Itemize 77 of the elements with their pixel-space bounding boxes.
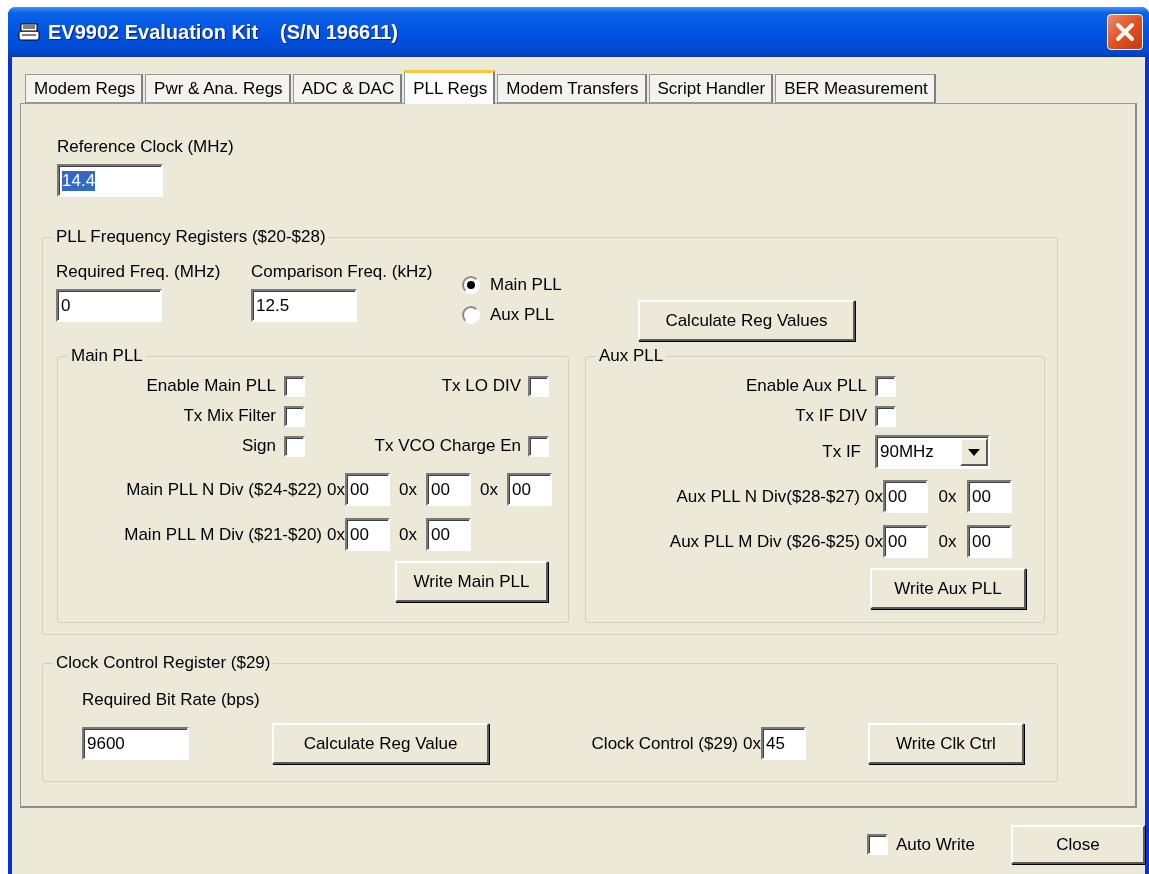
hex-prefix: 0x — [327, 524, 345, 545]
dropdown[interactable]: 90MHz — [875, 435, 990, 469]
field-label: Clock Control ($29) — [591, 733, 739, 754]
input-field[interactable]: 00 — [507, 473, 552, 506]
calculate-button[interactable]: Calculate Reg Values — [638, 300, 855, 341]
tab[interactable]: PLL Regs — [404, 70, 496, 104]
input-field[interactable]: 00 — [426, 518, 471, 551]
input-field[interactable]: 9600 — [82, 727, 189, 760]
field-label: Tx IF — [822, 442, 861, 462]
group-title: Main PLL — [70, 346, 144, 366]
input-field[interactable]: 00 — [345, 518, 390, 551]
field-label: Reference Clock (MHz) — [57, 137, 235, 157]
group-title: Clock Control Register ($29) — [55, 653, 272, 673]
write-button[interactable]: Write Main PLL — [395, 561, 548, 602]
field-label: Tx Mix Filter — [183, 406, 276, 426]
checkbox[interactable] — [528, 435, 549, 457]
input-field[interactable]: 14.4 — [57, 164, 163, 197]
checkbox[interactable] — [875, 405, 896, 427]
close-button[interactable]: Close — [1011, 825, 1145, 864]
hex-prefix: 0x — [937, 531, 958, 552]
checkbox[interactable] — [875, 375, 896, 397]
checkbox[interactable] — [866, 834, 888, 855]
checkbox[interactable] — [528, 375, 549, 397]
input-field[interactable]: 00 — [967, 480, 1012, 513]
input-field[interactable]: 00 — [883, 525, 928, 558]
field-label: Aux PLL M Div ($26-$25) — [669, 531, 861, 552]
field-label: Enable Main PLL — [146, 376, 276, 396]
field-label: Main PLL N Div ($24-$22) — [126, 479, 323, 500]
radio-button[interactable] — [462, 306, 480, 324]
hex-prefix: 0x — [398, 524, 418, 545]
hex-prefix: 0x — [398, 479, 418, 500]
tab[interactable]: Modem Regs — [25, 74, 144, 103]
tab[interactable]: Pwr & Ana. Regs — [145, 74, 291, 103]
tab[interactable]: BER Measurement — [775, 74, 936, 103]
hex-prefix: 0x — [865, 486, 883, 507]
write-button[interactable]: Write Clk Ctrl — [868, 723, 1024, 764]
field-label: Main PLL — [490, 275, 562, 295]
input-field[interactable]: 00 — [967, 525, 1012, 558]
app-icon — [18, 22, 40, 42]
input-field[interactable]: 00 — [426, 473, 471, 506]
close-icon[interactable] — [1107, 14, 1143, 50]
field-label: Aux PLL — [490, 305, 555, 325]
checkbox[interactable] — [284, 435, 305, 457]
input-field[interactable]: 00 — [345, 473, 390, 506]
caret-icon — [968, 448, 980, 456]
tab[interactable]: ADC & DAC — [292, 74, 403, 103]
calculate-button[interactable]: Calculate Reg Value — [272, 723, 489, 764]
group-title: Aux PLL — [598, 346, 665, 366]
input-field[interactable]: 12.5 — [251, 289, 357, 322]
hex-prefix: 0x — [327, 479, 345, 500]
field-label: Tx LO DIV — [441, 376, 521, 396]
field-label: Tx IF DIV — [795, 406, 867, 426]
field-label: Tx VCO Charge En — [374, 436, 521, 456]
hex-prefix: 0x — [743, 733, 761, 754]
group-title: PLL Frequency Registers ($20-$28) — [55, 227, 327, 247]
write-button[interactable]: Write Aux PLL — [870, 568, 1026, 609]
serial-number: (S/N 196611) — [280, 20, 398, 44]
input-field[interactable]: 45 — [761, 727, 806, 760]
window-title: EV9902 Evaluation Kit — [48, 20, 259, 44]
field-label: Main PLL M Div ($21-$20) — [124, 524, 323, 545]
hex-prefix: 0x — [937, 486, 958, 507]
input-field[interactable]: 00 — [883, 480, 928, 513]
checkbox[interactable] — [284, 375, 305, 397]
field-label: Comparison Freq. (kHz) — [251, 262, 434, 282]
checkbox[interactable] — [284, 405, 305, 427]
field-label: Auto Write — [895, 834, 975, 855]
field-label: Sign — [241, 436, 276, 456]
input-field[interactable]: 0 — [56, 289, 162, 322]
tab[interactable]: Script Handler — [648, 74, 774, 103]
tab[interactable]: Modem Transfers — [497, 74, 647, 103]
hex-prefix: 0x — [865, 531, 883, 552]
field-label: Required Bit Rate (bps) — [82, 690, 261, 710]
radio-button[interactable] — [462, 276, 480, 294]
field-label: Enable Aux PLL — [746, 376, 867, 396]
field-label: Aux PLL N Div($28-$27) — [676, 486, 861, 507]
hex-prefix: 0x — [479, 479, 499, 500]
field-label: Required Freq. (MHz) — [56, 262, 222, 282]
